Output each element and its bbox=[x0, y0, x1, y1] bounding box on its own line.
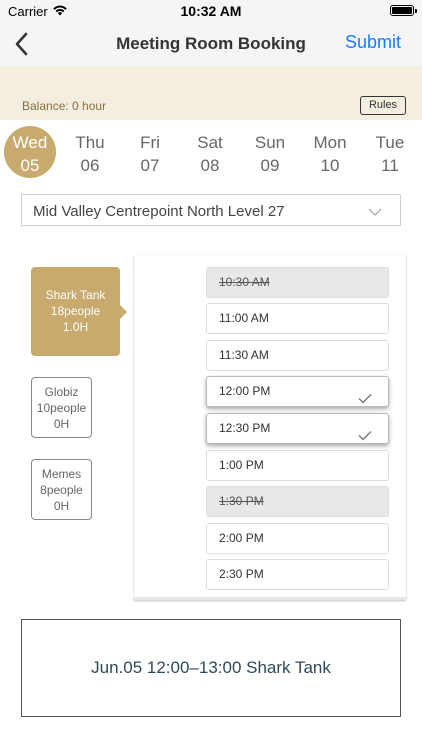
room-name: Shark Tank bbox=[45, 288, 106, 302]
date-weekday: Sat bbox=[197, 133, 223, 152]
time-slot[interactable]: 12:00 PM bbox=[206, 376, 389, 407]
date-item-sat[interactable]: Sat 08 bbox=[185, 124, 235, 180]
checkmark-icon bbox=[358, 386, 372, 415]
checkmark-icon bbox=[358, 423, 372, 452]
date-day: 09 bbox=[260, 156, 280, 175]
time-slot-label: 11:00 AM bbox=[219, 311, 269, 325]
list-divider bbox=[134, 597, 406, 600]
submit-button[interactable]: Submit bbox=[345, 32, 401, 53]
date-picker: Wed 05 Thu 06 Fri 07 Sat 08 Sun 09 Mon 1… bbox=[0, 124, 422, 184]
date-weekday: Wed bbox=[12, 133, 48, 152]
time-slot: 1:30 PM bbox=[206, 486, 389, 517]
time-slot-list[interactable]: 10:30 AM 11:00 AM 11:30 AM 12:00 PM 12:3… bbox=[134, 255, 406, 600]
time-slot[interactable]: 2:00 PM bbox=[206, 523, 389, 554]
booking-summary: Jun.05 12:00–13:00 Shark Tank bbox=[21, 619, 401, 717]
chevron-down-icon bbox=[368, 204, 382, 222]
booking-summary-text: Jun.05 12:00–13:00 Shark Tank bbox=[91, 658, 331, 677]
navigation-bar: Meeting Room Booking Submit bbox=[0, 22, 422, 66]
time-slot[interactable]: 1:00 PM bbox=[206, 450, 389, 481]
time-slot-label: 10:30 AM bbox=[219, 275, 270, 289]
date-item-thu[interactable]: Thu 06 bbox=[65, 124, 115, 180]
date-item-tue[interactable]: Tue 11 bbox=[365, 124, 415, 180]
room-shark-tank[interactable]: Shark Tank 18people 1.0H bbox=[31, 267, 127, 356]
date-day: 11 bbox=[381, 156, 399, 175]
time-slot-label: 12:00 PM bbox=[219, 384, 271, 398]
room-capacity: 8people bbox=[40, 483, 83, 497]
balance-text: Balance: 0 hour bbox=[22, 99, 107, 113]
date-day: 05 bbox=[20, 156, 40, 175]
status-bar: Carrier 10:32 AM bbox=[0, 0, 422, 22]
date-item-mon[interactable]: Mon 10 bbox=[305, 124, 355, 180]
location-value: Mid Valley Centrepoint North Level 27 bbox=[33, 203, 285, 220]
room-capacity: 10people bbox=[36, 401, 87, 415]
room-hours: 0H bbox=[53, 499, 70, 513]
time-slot[interactable]: 12:30 PM bbox=[206, 413, 389, 444]
time-slot-label: 11:30 AM bbox=[219, 348, 269, 362]
rules-button[interactable]: Rules bbox=[360, 96, 406, 115]
time-slot[interactable]: 11:30 AM bbox=[206, 340, 389, 371]
date-item-sun[interactable]: Sun 09 bbox=[245, 124, 295, 180]
date-weekday: Tue bbox=[375, 133, 405, 152]
selected-room-pointer bbox=[120, 305, 127, 319]
time-slot-label: 1:00 PM bbox=[219, 458, 264, 472]
room-name: Globiz bbox=[44, 385, 79, 399]
time-slot-label: 2:30 PM bbox=[219, 567, 264, 581]
battery-icon bbox=[390, 5, 417, 16]
date-day: 06 bbox=[80, 156, 100, 175]
clock: 10:32 AM bbox=[180, 3, 242, 19]
balance-bar: Balance: 0 hour Rules bbox=[0, 66, 422, 120]
location-dropdown[interactable]: Mid Valley Centrepoint North Level 27 bbox=[21, 194, 401, 226]
room-hours: 1.0H bbox=[62, 320, 89, 334]
room-hours: 0H bbox=[53, 417, 70, 431]
time-slot[interactable]: 11:00 AM bbox=[206, 303, 389, 334]
date-day: 10 bbox=[320, 156, 340, 175]
room-name: Memes bbox=[41, 467, 82, 481]
time-slot: 10:30 AM bbox=[206, 267, 389, 298]
time-slot[interactable]: 2:30 PM bbox=[206, 559, 389, 590]
date-weekday: Thu bbox=[75, 133, 105, 152]
time-slot-label: 12:30 PM bbox=[219, 421, 271, 435]
date-day: 08 bbox=[200, 156, 220, 175]
room-capacity: 18people bbox=[50, 304, 101, 318]
date-day: 07 bbox=[140, 156, 160, 175]
room-list: Shark Tank 18people 1.0H Globiz 10people… bbox=[0, 260, 134, 600]
room-globiz[interactable]: Globiz 10people 0H bbox=[31, 377, 92, 438]
room-memes[interactable]: Memes 8people 0H bbox=[31, 459, 92, 520]
date-item-wed[interactable]: Wed 05 bbox=[4, 124, 56, 180]
date-weekday: Mon bbox=[313, 133, 347, 152]
date-item-fri[interactable]: Fri 07 bbox=[125, 124, 175, 180]
date-weekday: Sun bbox=[254, 133, 286, 152]
time-slot-label: 1:30 PM bbox=[219, 494, 264, 508]
date-weekday: Fri bbox=[140, 133, 160, 152]
time-slot-label: 2:00 PM bbox=[219, 531, 264, 545]
